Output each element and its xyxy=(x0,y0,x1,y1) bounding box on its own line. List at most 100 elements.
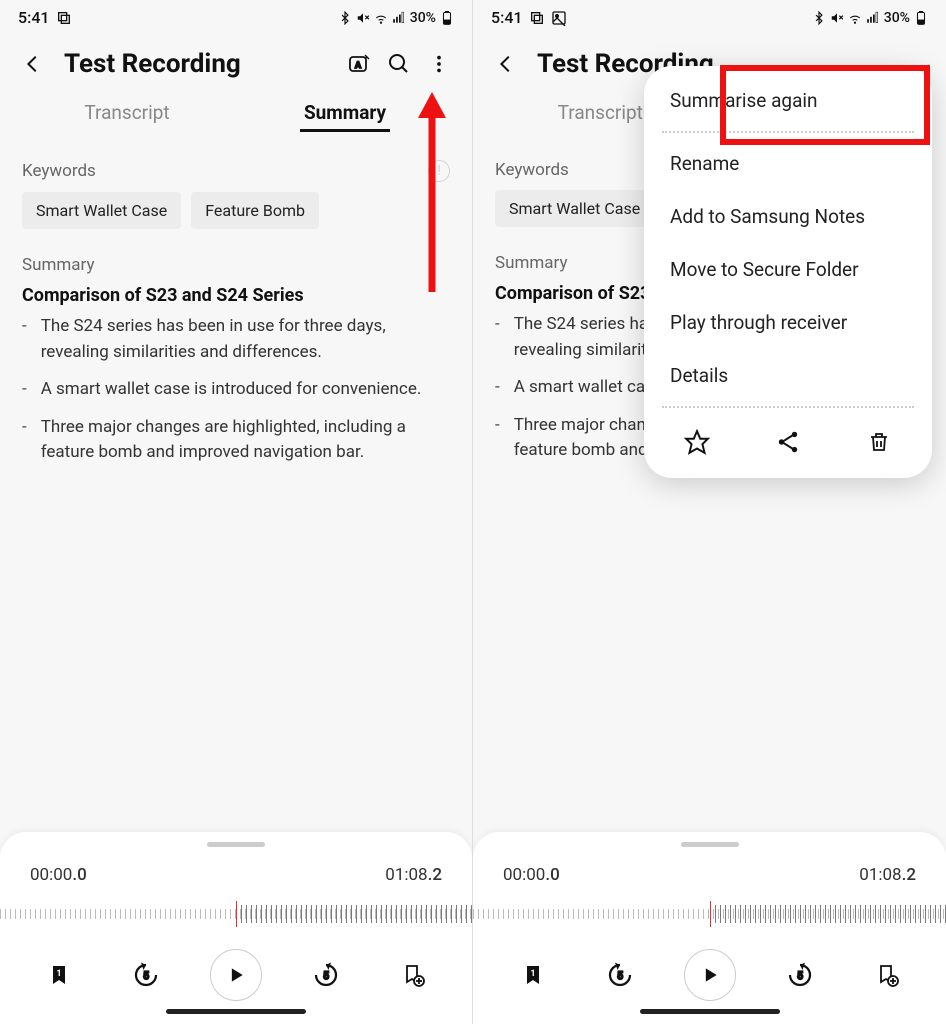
menu-favorite-button[interactable] xyxy=(679,424,715,460)
summary-point: The S24 series has been in use for three… xyxy=(22,314,450,365)
menu-secure-folder[interactable]: Move to Secure Folder xyxy=(644,243,932,296)
play-icon xyxy=(700,965,720,985)
back-button[interactable] xyxy=(18,49,48,79)
play-button[interactable] xyxy=(684,949,736,1001)
transcribe-button[interactable]: A xyxy=(344,49,374,79)
rewind-5-icon: 5 xyxy=(605,960,635,990)
add-bookmark-button[interactable] xyxy=(864,952,910,998)
summary-list: The S24 series has been in use for three… xyxy=(22,314,450,466)
svg-text:5: 5 xyxy=(323,971,329,982)
time-row: 00:00.0 01:08.2 xyxy=(0,865,472,885)
bookmark-button[interactable]: 1 xyxy=(510,952,556,998)
battery-percent: 30% xyxy=(410,10,436,26)
more-vertical-icon xyxy=(428,53,450,75)
app-indicator-icon xyxy=(529,10,545,26)
menu-details[interactable]: Details xyxy=(644,349,932,402)
keyword-chips: Smart Wallet Case Feature Bomb xyxy=(22,192,450,229)
summary-label: Summary xyxy=(22,255,94,275)
home-indicator[interactable] xyxy=(166,1009,306,1014)
status-time: 5:41 xyxy=(491,8,523,27)
screen-menu-open: 5:41 30% Test Recording Transcript xyxy=(473,0,946,1024)
menu-share-button[interactable] xyxy=(770,424,806,460)
info-icon[interactable]: ! xyxy=(428,160,450,182)
wifi-icon xyxy=(848,11,862,25)
trash-icon xyxy=(867,430,891,454)
overflow-menu: Summarise again Rename Add to Samsung No… xyxy=(644,66,932,478)
bookmark-add-icon xyxy=(401,963,425,987)
bookmark-icon: 1 xyxy=(47,963,71,987)
battery-icon xyxy=(440,11,454,25)
keywords-label: Keywords xyxy=(22,161,96,181)
rewind-button[interactable]: 5 xyxy=(123,952,169,998)
forward-button[interactable]: 5 xyxy=(303,952,349,998)
app-indicator-icon xyxy=(56,10,72,26)
page-title: Test Recording xyxy=(64,49,334,79)
waveform[interactable] xyxy=(473,905,946,931)
player-panel[interactable]: 00:00.0 01:08.2 1 5 5 xyxy=(0,832,472,1024)
keywords-label: Keywords xyxy=(495,160,569,180)
play-icon xyxy=(226,965,246,985)
drag-handle[interactable] xyxy=(681,842,739,847)
header: Test Recording A xyxy=(0,29,472,85)
menu-play-receiver[interactable]: Play through receiver xyxy=(644,296,932,349)
more-button[interactable] xyxy=(424,49,454,79)
menu-summarise-again[interactable]: Summarise again xyxy=(644,74,932,127)
bookmark-button[interactable]: 1 xyxy=(36,952,82,998)
forward-button[interactable]: 5 xyxy=(777,952,823,998)
current-time: 00:00.0 xyxy=(30,865,87,885)
summary-point: A smart wallet case is introduced for co… xyxy=(22,377,450,403)
back-button[interactable] xyxy=(491,49,521,79)
signal-icon xyxy=(866,11,880,25)
search-icon xyxy=(387,52,411,76)
forward-5-icon: 5 xyxy=(785,960,815,990)
search-button[interactable] xyxy=(384,49,414,79)
player-controls: 1 5 5 xyxy=(0,943,472,1003)
menu-icon-row xyxy=(644,412,932,470)
status-time: 5:41 xyxy=(18,8,50,27)
tabs: Transcript Summary xyxy=(0,85,472,142)
keywords-label-row: Keywords ! xyxy=(22,160,450,182)
keyword-chip[interactable]: Smart Wallet Case xyxy=(495,190,654,227)
battery-icon xyxy=(914,11,928,25)
gallery-indicator-icon xyxy=(551,10,567,26)
svg-text:5: 5 xyxy=(617,971,623,982)
signal-icon xyxy=(392,11,406,25)
menu-add-notes[interactable]: Add to Samsung Notes xyxy=(644,190,932,243)
svg-text:1: 1 xyxy=(530,969,535,979)
waveform[interactable] xyxy=(0,905,472,931)
status-bar: 5:41 30% xyxy=(473,0,946,29)
menu-rename[interactable]: Rename xyxy=(644,137,932,190)
forward-5-icon: 5 xyxy=(311,960,341,990)
wifi-icon xyxy=(374,11,388,25)
share-icon xyxy=(775,429,801,455)
drag-handle[interactable] xyxy=(207,842,265,847)
star-icon xyxy=(684,429,710,455)
add-bookmark-button[interactable] xyxy=(390,952,436,998)
svg-text:5: 5 xyxy=(143,971,149,982)
rewind-button[interactable]: 5 xyxy=(597,952,643,998)
bluetooth-icon xyxy=(812,11,826,25)
current-time: 00:00.0 xyxy=(503,865,560,885)
play-button[interactable] xyxy=(210,949,262,1001)
menu-separator xyxy=(662,131,914,133)
total-time: 01:08.2 xyxy=(385,865,442,885)
content-area: Keywords ! Smart Wallet Case Feature Bom… xyxy=(0,142,472,482)
summary-label: Summary xyxy=(495,253,567,273)
keyword-chip[interactable]: Feature Bomb xyxy=(191,192,319,229)
rewind-5-icon: 5 xyxy=(131,960,161,990)
keyword-chip[interactable]: Smart Wallet Case xyxy=(22,192,181,229)
chevron-left-icon xyxy=(22,53,44,75)
mute-icon xyxy=(830,11,844,25)
player-panel[interactable]: 00:00.0 01:08.2 1 5 5 xyxy=(473,832,946,1024)
chevron-left-icon xyxy=(495,53,517,75)
tab-transcript[interactable]: Transcript xyxy=(18,95,236,130)
mute-icon xyxy=(356,11,370,25)
home-indicator[interactable] xyxy=(640,1009,780,1014)
menu-delete-button[interactable] xyxy=(861,424,897,460)
svg-text:A: A xyxy=(355,61,362,71)
transcribe-icon: A xyxy=(347,52,371,76)
tab-summary[interactable]: Summary xyxy=(236,95,454,130)
summary-heading: Comparison of S23 and S24 Series xyxy=(22,285,450,306)
total-time: 01:08.2 xyxy=(859,865,916,885)
bookmark-icon: 1 xyxy=(521,963,545,987)
